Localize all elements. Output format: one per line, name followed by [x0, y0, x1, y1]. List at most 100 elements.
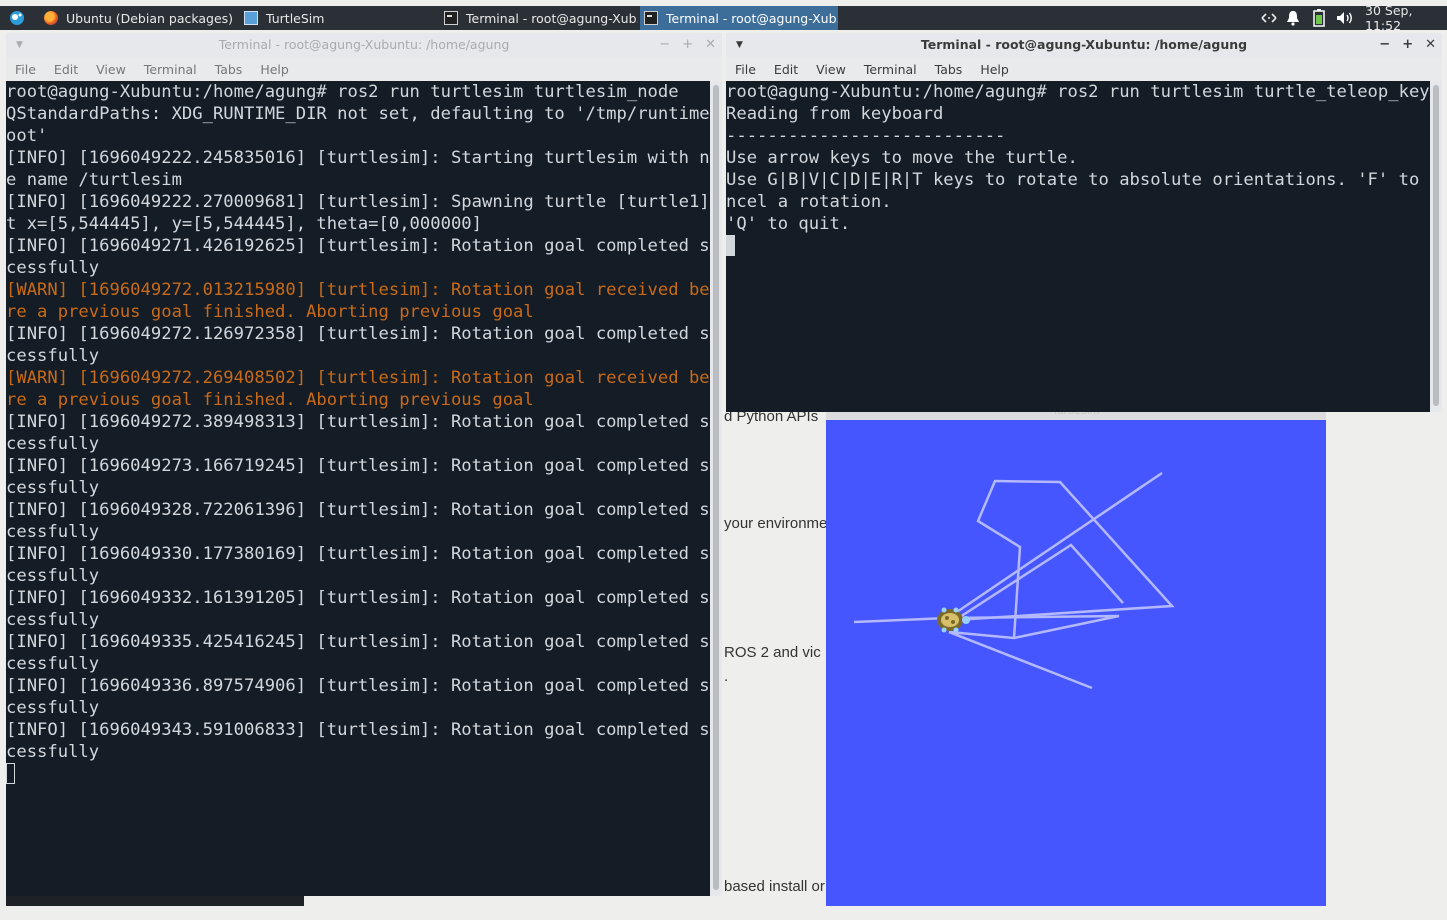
- turtlesim-canvas: [826, 420, 1326, 906]
- terminal-line: [INFO] [1696049272.126972358] [turtlesim…: [6, 324, 710, 344]
- turtlesim-window-icon: [244, 11, 258, 25]
- terminal-line: cessfully: [6, 346, 100, 366]
- background-window-edge: [6, 896, 304, 906]
- terminal-line: cessfully: [6, 434, 100, 454]
- terminal-line: [INFO] [1696049336.897574906] [turtlesim…: [6, 676, 710, 696]
- terminal-line: [INFO] [1696049335.425416245] [turtlesim…: [6, 632, 710, 652]
- terminal-line: [INFO] [1696049343.591006833] [turtlesim…: [6, 720, 710, 740]
- maximize-icon[interactable]: +: [682, 33, 693, 57]
- terminal-line: 'Q' to quit.: [726, 214, 851, 234]
- terminal-line: cessfully: [6, 258, 100, 278]
- task-label: Terminal - root@agung-Xub...: [466, 10, 638, 26]
- menu-help[interactable]: Help: [980, 62, 1009, 77]
- menu-bar: File Edit View Terminal Tabs Help: [726, 57, 1442, 81]
- window-menu-icon[interactable]: ▼: [736, 33, 743, 57]
- terminal-line: cessfully: [6, 478, 100, 498]
- task-label: TurtleSim: [266, 10, 325, 26]
- terminal-line: [INFO] [1696049271.426192625] [turtlesim…: [6, 236, 710, 256]
- task-firefox[interactable]: Ubuntu (Debian packages) ...: [40, 6, 236, 30]
- scrollbar-thumb[interactable]: [713, 85, 719, 890]
- task-label: Terminal - root@agung-Xub...: [666, 10, 838, 26]
- terminal-line: [INFO] [1696049332.161391205] [turtlesim…: [6, 588, 710, 608]
- scrollbar[interactable]: [710, 81, 722, 896]
- panel-clock[interactable]: 30 Sep, 11:52: [1365, 3, 1447, 33]
- menu-file[interactable]: File: [15, 62, 36, 77]
- window-titlebar[interactable]: ▼ Terminal - root@agung-Xubuntu: /home/a…: [726, 33, 1442, 57]
- notification-bell-icon[interactable]: [1286, 6, 1300, 30]
- terminal-line: root@agung-Xubuntu:/home/agung# ros2 run…: [726, 82, 1430, 102]
- task-turtlesim[interactable]: TurtleSim: [240, 6, 436, 30]
- terminal-line: cessfully: [6, 522, 100, 542]
- terminal-line: [INFO] [1696049330.177380169] [turtlesim…: [6, 544, 710, 564]
- task-label: Ubuntu (Debian packages) ...: [66, 10, 236, 26]
- terminal-line: cessfully: [6, 742, 100, 762]
- menu-edit[interactable]: Edit: [774, 62, 798, 77]
- terminal-line: QStandardPaths: XDG_RUNTIME_DIR not set,…: [6, 104, 710, 124]
- menu-file[interactable]: File: [735, 62, 756, 77]
- menu-terminal[interactable]: Terminal: [864, 62, 917, 77]
- page-text-snippet: ROS 2 and vic: [724, 644, 821, 661]
- terminal-warn-line: re a previous goal finished. Aborting pr…: [6, 390, 534, 410]
- terminal-line: Use arrow keys to move the turtle.: [726, 148, 1078, 168]
- minimize-icon[interactable]: −: [659, 33, 670, 57]
- terminal-line: cessfully: [6, 566, 100, 586]
- terminal-output[interactable]: root@agung-Xubuntu:/home/agung# ros2 run…: [6, 81, 710, 896]
- close-icon[interactable]: ✕: [705, 33, 716, 57]
- task-terminal-right[interactable]: Terminal - root@agung-Xub...: [640, 6, 838, 30]
- terminal-line: cessfully: [6, 610, 100, 630]
- terminal-line: e name /turtlesim: [6, 170, 182, 190]
- menu-bar: File Edit View Terminal Tabs Help: [6, 57, 722, 81]
- minimize-icon[interactable]: −: [1379, 33, 1390, 57]
- terminal-line: ---------------------------: [726, 126, 1006, 146]
- terminal-line: [INFO] [1696049272.389498313] [turtlesim…: [6, 412, 710, 432]
- window-menu-icon[interactable]: ▼: [16, 33, 23, 57]
- page-text-snippet: .: [724, 668, 729, 685]
- terminal-line: Reading from keyboard: [726, 104, 944, 124]
- terminal-icon: [444, 11, 458, 25]
- scrollbar[interactable]: [1430, 81, 1442, 412]
- task-terminal-left[interactable]: Terminal - root@agung-Xub...: [440, 6, 638, 30]
- menu-view[interactable]: View: [96, 62, 126, 77]
- terminal-line: root@agung-Xubuntu:/home/agung# ros2 run…: [6, 82, 679, 102]
- terminal-warn-line: [WARN] [1696049272.269408502] [turtlesim…: [6, 368, 710, 388]
- page-text-snippet: based install or: [724, 878, 825, 895]
- menu-view[interactable]: View: [816, 62, 846, 77]
- whisker-menu-button[interactable]: [8, 6, 28, 30]
- menu-terminal[interactable]: Terminal: [144, 62, 197, 77]
- terminal-line: [INFO] [1696049273.166719245] [turtlesim…: [6, 456, 710, 476]
- menu-tabs[interactable]: Tabs: [215, 62, 243, 77]
- terminal-cursor: [6, 763, 15, 784]
- volume-icon[interactable]: [1336, 6, 1354, 30]
- terminal-window-left[interactable]: ▼ Terminal - root@agung-Xubuntu: /home/a…: [6, 33, 722, 896]
- terminal-warn-line: re a previous goal finished. Aborting pr…: [6, 302, 534, 322]
- menu-edit[interactable]: Edit: [54, 62, 78, 77]
- firefox-icon: [44, 11, 58, 25]
- network-icon[interactable]: [1259, 6, 1279, 30]
- terminal-line: Use G|B|V|C|D|E|R|T keys to rotate to ab…: [726, 170, 1430, 190]
- terminal-window-right[interactable]: ▼ Terminal - root@agung-Xubuntu: /home/a…: [726, 33, 1442, 412]
- terminal-warn-line: [WARN] [1696049272.013215980] [turtlesim…: [6, 280, 710, 300]
- xubuntu-mouse-icon: [10, 11, 24, 25]
- battery-icon[interactable]: [1313, 6, 1325, 30]
- turtlesim-window[interactable]: TurtleSim: [826, 406, 1326, 906]
- terminal-cursor: [726, 235, 735, 256]
- window-title: Terminal - root@agung-Xubuntu: /home/agu…: [218, 37, 510, 52]
- terminal-line: ncel a rotation.: [726, 192, 892, 212]
- menu-help[interactable]: Help: [260, 62, 289, 77]
- window-titlebar[interactable]: ▼ Terminal - root@agung-Xubuntu: /home/a…: [6, 33, 722, 57]
- scrollbar-thumb[interactable]: [1433, 85, 1439, 406]
- terminal-line: oot': [6, 126, 48, 146]
- top-panel: Ubuntu (Debian packages) ... TurtleSim T…: [0, 3, 1447, 33]
- page-text-snippet: your environme: [724, 515, 828, 532]
- terminal-output[interactable]: root@agung-Xubuntu:/home/agung# ros2 run…: [726, 81, 1430, 412]
- terminal-line: cessfully: [6, 654, 100, 674]
- menu-tabs[interactable]: Tabs: [935, 62, 963, 77]
- terminal-icon: [644, 11, 658, 25]
- maximize-icon[interactable]: +: [1402, 33, 1413, 57]
- window-title: Terminal - root@agung-Xubuntu: /home/agu…: [920, 37, 1248, 52]
- terminal-line: t x=[5,544445], y=[5,544445], theta=[0,0…: [6, 214, 482, 234]
- terminal-line: [INFO] [1696049328.722061396] [turtlesim…: [6, 500, 710, 520]
- terminal-line: [INFO] [1696049222.270009681] [turtlesim…: [6, 192, 710, 212]
- terminal-line: [INFO] [1696049222.245835016] [turtlesim…: [6, 148, 710, 168]
- close-icon[interactable]: ✕: [1425, 33, 1436, 57]
